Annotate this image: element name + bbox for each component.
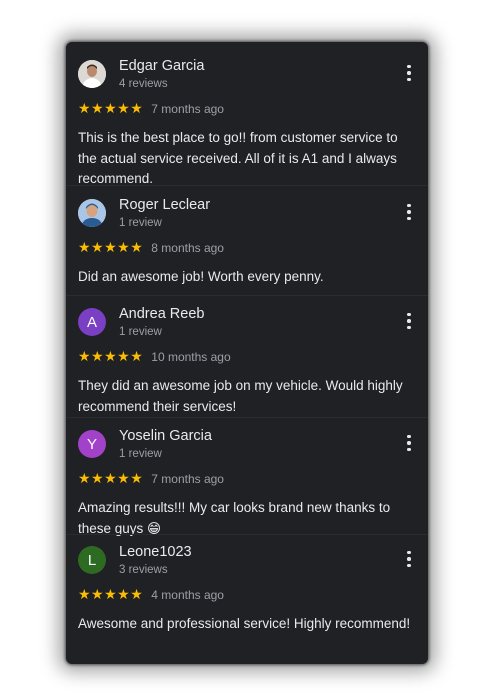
person-photo-icon — [78, 199, 106, 227]
avatar[interactable] — [78, 199, 106, 227]
star-rating: ★★★★★ — [78, 471, 144, 487]
reviewer-name[interactable]: Andrea Reeb — [119, 306, 204, 322]
star-rating: ★★★★★ — [78, 587, 144, 603]
review-count: 1 review — [119, 326, 162, 338]
rating-row: ★★★★★ 7 months ago — [78, 470, 224, 488]
avatar[interactable]: Y — [78, 430, 106, 458]
rating-row: ★★★★★ 10 months ago — [78, 348, 231, 366]
review-header: Roger Leclear 1 review — [78, 197, 418, 233]
more-options-icon[interactable] — [400, 310, 418, 332]
person-photo-icon — [78, 60, 106, 88]
star-rating: ★★★★★ — [78, 349, 144, 365]
reviewer-name[interactable]: Edgar Garcia — [119, 58, 204, 74]
review-header: Edgar Garcia 4 reviews — [78, 58, 418, 94]
review-age: 8 months ago — [151, 241, 224, 255]
review-text: This is the best place to go!! from cust… — [78, 130, 398, 186]
divider — [66, 295, 428, 296]
review-count: 3 reviews — [119, 564, 168, 576]
review-text: They did an awesome job on my vehicle. W… — [78, 378, 403, 414]
rating-row: ★★★★★ 8 months ago — [78, 239, 224, 257]
review-age: 10 months ago — [151, 350, 231, 364]
more-options-icon[interactable] — [400, 432, 418, 454]
review-text: Did an awesome job! Worth every penny. — [78, 269, 324, 284]
star-rating: ★★★★★ — [78, 240, 144, 256]
avatar[interactable] — [78, 60, 106, 88]
avatar[interactable]: A — [78, 308, 106, 336]
rating-row: ★★★★★ 7 months ago — [78, 100, 224, 118]
review-header: L Leone1023 3 reviews — [78, 544, 418, 580]
review-header: Y Yoselin Garcia 1 review — [78, 428, 418, 464]
review-age: 7 months ago — [151, 102, 224, 116]
more-options-icon[interactable] — [400, 62, 418, 84]
reviewer-name[interactable]: Leone1023 — [119, 544, 192, 560]
reviewer-name[interactable]: Yoselin Garcia — [119, 428, 212, 444]
review-header: A Andrea Reeb 1 review — [78, 306, 418, 342]
star-rating: ★★★★★ — [78, 101, 144, 117]
review-count: 1 review — [119, 217, 162, 229]
review-age: 7 months ago — [151, 472, 224, 486]
review-age: 4 months ago — [151, 588, 224, 602]
rating-row: ★★★★★ 4 months ago — [78, 586, 224, 604]
reviewer-name[interactable]: Roger Leclear — [119, 197, 210, 213]
divider — [66, 185, 428, 186]
divider — [66, 534, 428, 535]
divider — [66, 417, 428, 418]
review-count: 4 reviews — [119, 78, 168, 90]
review-text: Awesome and professional service! Highly… — [78, 616, 411, 631]
more-options-icon[interactable] — [400, 201, 418, 223]
review-text: Amazing results!!! My car looks brand ne… — [78, 500, 391, 536]
avatar[interactable]: L — [78, 546, 106, 574]
more-options-icon[interactable] — [400, 548, 418, 570]
review-count: 1 review — [119, 448, 162, 460]
reviews-panel: Edgar Garcia 4 reviews ★★★★★ 7 months ag… — [66, 42, 428, 664]
